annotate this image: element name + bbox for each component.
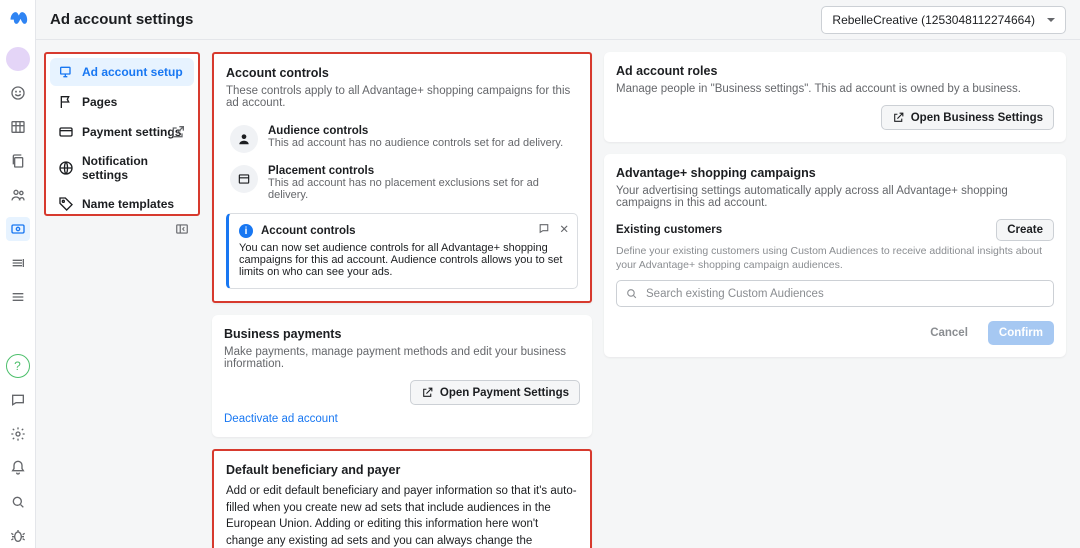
page-title: Ad account settings [50, 11, 193, 28]
open-payment-settings-button[interactable]: Open Payment Settings [410, 380, 580, 405]
beneficiary-title: Default beneficiary and payer [226, 463, 578, 477]
rail-emoji-icon[interactable] [6, 81, 30, 105]
account-controls-card: Account controls These controls apply to… [212, 52, 592, 303]
setup-icon [58, 64, 74, 80]
settings-sidebar: Ad account setup Pages Payment settings … [44, 52, 200, 216]
business-payments-title: Business payments [224, 327, 580, 341]
ad-account-roles-card: Ad account roles Manage people in "Busin… [604, 52, 1066, 142]
roles-desc: Manage people in "Business settings". Th… [616, 83, 1054, 95]
search-placeholder: Search existing Custom Audiences [646, 288, 824, 300]
info-body: You can now set audience controls for al… [239, 242, 567, 278]
open-payment-settings-label: Open Payment Settings [440, 387, 569, 399]
existing-customers-label: Existing customers [616, 224, 722, 236]
search-icon [625, 287, 638, 300]
rail-people-icon[interactable] [6, 183, 30, 207]
open-business-settings-button[interactable]: Open Business Settings [881, 105, 1054, 130]
account-picker-label: RebelleCreative (1253048112274664) [832, 13, 1035, 27]
business-payments-desc: Make payments, manage payment methods an… [224, 346, 580, 370]
flag-icon [58, 94, 74, 110]
rail-menu-icon[interactable] [6, 285, 30, 309]
placement-controls-row[interactable]: Placement controls This ad account has n… [226, 159, 578, 207]
audience-controls-row[interactable]: Audience controls This ad account has no… [226, 119, 578, 159]
info-title: Account controls [261, 225, 356, 237]
sidebar-item-label: Pages [82, 95, 117, 109]
sidebar-item-payment-settings[interactable]: Payment settings [50, 118, 194, 146]
sidebar-item-pages[interactable]: Pages [50, 88, 194, 116]
beneficiary-card: Default beneficiary and payer Add or edi… [212, 449, 592, 548]
external-link-icon [170, 124, 186, 140]
account-controls-info: ✕ i Account controls You can now set aud… [226, 213, 578, 289]
rail-grid-icon[interactable] [6, 115, 30, 139]
custom-audience-search[interactable]: Search existing Custom Audiences [616, 280, 1054, 307]
placement-controls-title: Placement controls [268, 165, 574, 177]
rail-bell-icon[interactable] [6, 456, 30, 480]
sidebar-item-label: Payment settings [82, 125, 181, 139]
placement-controls-desc: This ad account has no placement exclusi… [268, 177, 574, 201]
external-link-icon [892, 111, 905, 124]
open-business-settings-label: Open Business Settings [911, 112, 1043, 124]
placement-icon [230, 165, 258, 193]
advantage-title: Advantage+ shopping campaigns [616, 166, 1054, 180]
rail-avatar-icon[interactable] [6, 47, 30, 71]
rail-help-icon[interactable]: ? [6, 354, 30, 378]
beneficiary-desc: Add or edit default beneficiary and paye… [226, 485, 577, 548]
sidebar-item-notification-settings[interactable]: Notification settings [50, 148, 194, 188]
cancel-button[interactable]: Cancel [920, 321, 978, 345]
global-left-rail: ? [0, 0, 36, 548]
sidebar-item-name-templates[interactable]: Name templates [50, 190, 194, 218]
existing-customers-desc: Define your existing customers using Cus… [616, 244, 1054, 272]
rail-bug-icon[interactable] [6, 524, 30, 548]
sidebar-item-label: Name templates [82, 197, 174, 211]
close-icon[interactable]: ✕ [559, 222, 569, 238]
rail-settings-icon[interactable] [6, 422, 30, 446]
card-icon [58, 124, 74, 140]
meta-logo-icon [8, 8, 28, 31]
sidebar-item-label: Ad account setup [82, 65, 183, 79]
account-controls-desc: These controls apply to all Advantage+ s… [226, 85, 578, 109]
audience-icon [230, 125, 258, 153]
info-icon: i [239, 224, 253, 238]
account-controls-title: Account controls [226, 66, 578, 80]
rail-chat-icon[interactable] [6, 388, 30, 412]
confirm-button[interactable]: Confirm [988, 321, 1054, 345]
tag-icon [58, 196, 74, 212]
globe-icon [58, 160, 74, 176]
sidebar-item-ad-account-setup[interactable]: Ad account setup [50, 58, 194, 86]
business-payments-card: Business payments Make payments, manage … [212, 315, 592, 437]
info-note-icon[interactable] [538, 222, 551, 238]
deactivate-ad-account-link[interactable]: Deactivate ad account [224, 413, 338, 425]
roles-title: Ad account roles [616, 64, 1054, 78]
ad-account-picker[interactable]: RebelleCreative (1253048112274664) [821, 6, 1066, 34]
rail-search-icon[interactable] [6, 490, 30, 514]
sidebar-item-label: Notification settings [82, 154, 186, 182]
sidebar-collapse-icon[interactable] [170, 222, 194, 236]
create-button[interactable]: Create [996, 219, 1054, 241]
rail-stack-icon[interactable] [6, 251, 30, 275]
external-link-icon [421, 386, 434, 399]
page-header: Ad account settings RebelleCreative (125… [36, 0, 1080, 40]
advantage-desc: Your advertising settings automatically … [616, 185, 1054, 209]
advantage-shopping-card: Advantage+ shopping campaigns Your adver… [604, 154, 1066, 357]
audience-controls-desc: This ad account has no audience controls… [268, 137, 563, 149]
audience-controls-title: Audience controls [268, 125, 563, 137]
rail-billing-icon[interactable] [6, 217, 30, 241]
rail-copy-icon[interactable] [6, 149, 30, 173]
